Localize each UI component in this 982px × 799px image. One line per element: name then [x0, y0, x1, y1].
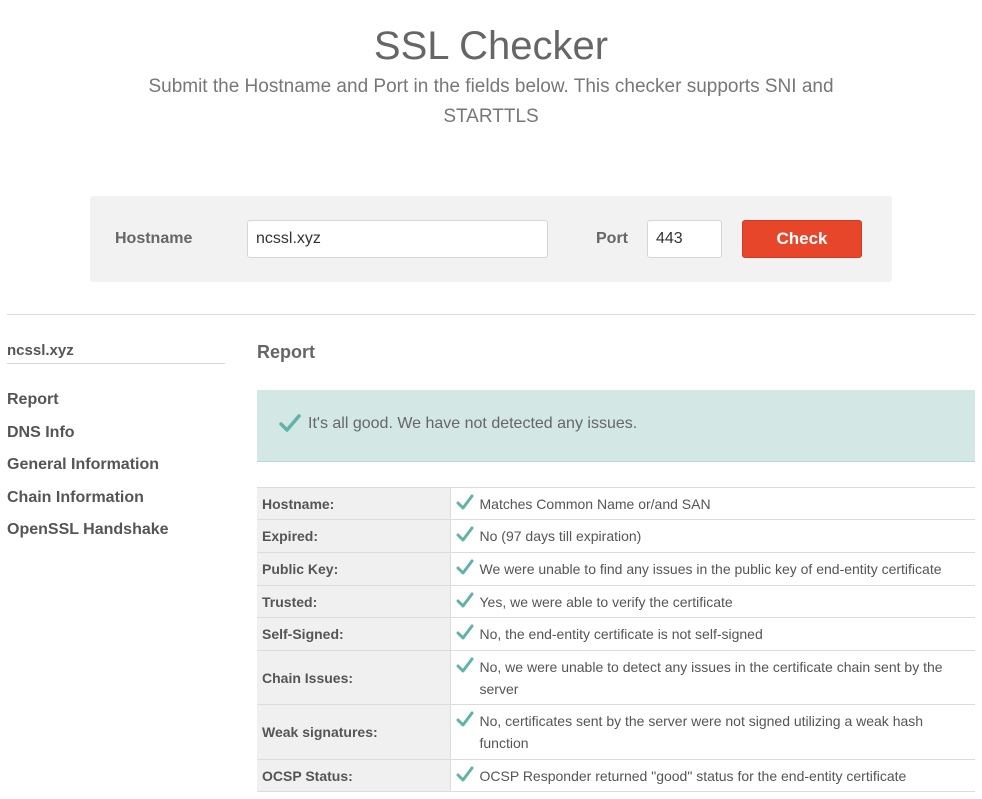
- results-table: Hostname: Matches Common Name or/and SAN E…: [257, 487, 975, 792]
- row-label: Weak signatures:: [257, 704, 451, 760]
- row-value-cell: Yes, we were able to verify the certific…: [450, 585, 975, 618]
- hostname-input[interactable]: [247, 220, 548, 258]
- row-value-cell: No, certificates sent by the server were…: [450, 704, 975, 760]
- port-input[interactable]: [647, 220, 722, 258]
- row-value: No, certificates sent by the server were…: [479, 713, 924, 751]
- row-label: Expired:: [257, 519, 451, 553]
- hostname-label: Hostname: [115, 230, 193, 247]
- table-row: Public Key: We were unable to find any is…: [257, 552, 975, 586]
- page-title: SSL Checker: [373, 24, 609, 68]
- check-button[interactable]: Check: [742, 220, 862, 258]
- table-row: OCSP Status: OCSP Responder returned "goo…: [257, 759, 975, 792]
- sidebar-item-dns-info[interactable]: DNS Info: [7, 417, 225, 450]
- row-value: We were unable to find any issues in the…: [479, 561, 942, 577]
- check-icon: [456, 711, 473, 727]
- row-label: Public Key:: [257, 552, 451, 586]
- sidebar-item-chain-information[interactable]: Chain Information: [7, 482, 225, 515]
- row-label: Self-Signed:: [257, 617, 451, 651]
- sidebar-hostname: ncssl.xyz: [7, 342, 225, 364]
- table-row: Chain Issues: No, we were unable to detec…: [257, 650, 975, 705]
- sidebar-item-openssl-handshake[interactable]: OpenSSL Handshake: [7, 514, 225, 547]
- row-value-cell: No, the end-entity certificate is not se…: [450, 617, 975, 651]
- row-value: No, the end-entity certificate is not se…: [479, 626, 763, 642]
- row-value: OCSP Responder returned "good" status fo…: [479, 767, 907, 784]
- check-icon: [456, 766, 473, 782]
- table-row: Hostname: Matches Common Name or/and SAN: [257, 487, 975, 520]
- row-label: Trusted:: [257, 585, 451, 618]
- row-value: Yes, we were able to verify the certific…: [479, 593, 733, 610]
- status-banner: It's all good. We have not detected any …: [257, 390, 975, 462]
- check-icon: [456, 657, 473, 673]
- check-icon: [456, 559, 473, 575]
- row-value-cell: We were unable to find any issues in the…: [450, 552, 975, 586]
- table-row: Trusted: Yes, we were able to verify the …: [257, 585, 975, 618]
- row-value: No, we were unable to detect any issues …: [479, 658, 943, 697]
- table-row: Self-Signed: No, the end-entity certifica…: [257, 617, 975, 651]
- table-row: Weak signatures: No, certificates sent by…: [257, 704, 975, 760]
- check-icon: [456, 526, 473, 542]
- row-value-cell: No (97 days till expiration): [450, 519, 975, 553]
- row-value-cell: OCSP Responder returned "good" status fo…: [450, 759, 975, 792]
- sidebar-item-general-information[interactable]: General Information: [7, 449, 225, 482]
- row-label: Chain Issues:: [257, 650, 451, 705]
- row-value: No (97 days till expiration): [479, 528, 642, 544]
- row-label: Hostname:: [257, 487, 451, 520]
- check-icon: [279, 414, 301, 432]
- page-subtitle: Submit the Hostname and Port in the fiel…: [148, 76, 834, 127]
- row-label: OCSP Status:: [257, 759, 451, 792]
- section-divider: [7, 314, 975, 315]
- sidebar: ncssl.xyz Report DNS Info General Inform…: [7, 342, 225, 547]
- port-label: Port: [596, 230, 628, 247]
- check-icon: [456, 592, 473, 608]
- table-row: Expired: No (97 days till expiration): [257, 519, 975, 553]
- sidebar-item-report[interactable]: Report: [7, 384, 225, 417]
- sidebar-nav: Report DNS Info General Information Chai…: [7, 384, 225, 547]
- check-icon: [456, 624, 473, 640]
- row-value: Matches Common Name or/and SAN: [479, 495, 711, 512]
- row-value-cell: No, we were unable to detect any issues …: [450, 650, 975, 705]
- report-heading: Report: [257, 342, 315, 362]
- status-message: It's all good. We have not detected any …: [308, 415, 638, 432]
- row-value-cell: Matches Common Name or/and SAN: [450, 487, 975, 520]
- check-icon: [456, 494, 473, 510]
- checker-form: Hostname Port Check: [90, 196, 892, 282]
